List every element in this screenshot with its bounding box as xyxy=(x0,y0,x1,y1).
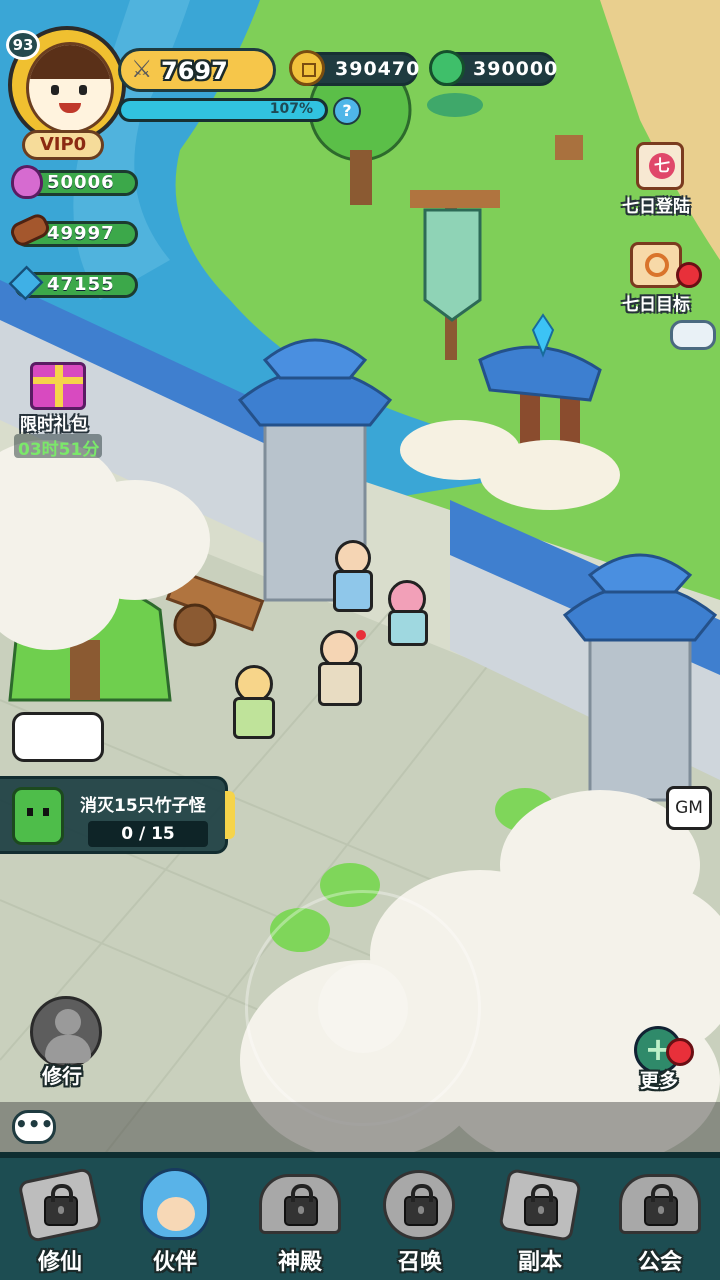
quest-tracker[interactable]: 消灭15只竹子怪 0 / 15 xyxy=(0,776,235,854)
alert-dot xyxy=(666,1038,694,1066)
exp-bar: 107% xyxy=(118,98,328,122)
quest-title: 消灭15只竹子怪 xyxy=(80,796,206,816)
fog-cloud xyxy=(0,440,210,670)
nav-label: 伙伴 xyxy=(152,1250,197,1275)
seven-day-goal-label: 七日目标 xyxy=(622,295,690,315)
gift-box-icon xyxy=(30,362,86,410)
nav-huoban[interactable]: 伙伴 xyxy=(120,1164,230,1280)
nav-label: 修仙 xyxy=(37,1250,82,1275)
gm-button[interactable]: GM xyxy=(666,786,712,830)
vip-label: VIP0 xyxy=(39,134,87,155)
cultivate-button[interactable]: 修行 xyxy=(24,992,108,1088)
chat-bubble xyxy=(12,712,104,762)
player-level-badge: 93 xyxy=(6,30,40,60)
scroll-icon: 七 xyxy=(636,142,684,190)
game-scene[interactable]: 93 VIP0 ⚔ 7697 107% ? 390470 390000 5000… xyxy=(0,0,720,1280)
nav-label: 神殿 xyxy=(277,1250,322,1275)
question-icon[interactable]: ? xyxy=(333,97,361,125)
more-label: 更多 xyxy=(640,1070,679,1092)
gm-label: GM xyxy=(675,798,703,818)
crossed-swords-icon: ⚔ xyxy=(131,55,153,83)
exp-percent: 107% xyxy=(269,101,313,117)
nav-xiuxian[interactable]: 修仙 xyxy=(5,1164,115,1280)
chat-bar[interactable]: ••• xyxy=(0,1102,720,1152)
player-level: 93 xyxy=(12,36,34,54)
lock-icon xyxy=(404,1184,438,1226)
character-swordsman[interactable] xyxy=(325,540,375,612)
lock-icon xyxy=(284,1184,318,1226)
resource-spirit-flame[interactable]: 50006 xyxy=(11,165,138,199)
cultivate-label: 修行 xyxy=(42,1064,82,1088)
lock-icon xyxy=(644,1184,678,1226)
seven-day-login-button[interactable]: 七 七日登陆 xyxy=(620,140,710,220)
jade-value: 390000 xyxy=(473,58,559,80)
nav-label: 公会 xyxy=(637,1250,682,1275)
nav-fuben[interactable]: 副本 xyxy=(485,1164,595,1280)
lock-icon xyxy=(524,1184,558,1226)
resource-crystal[interactable]: 47155 xyxy=(8,265,138,301)
nav-label: 副本 xyxy=(517,1250,562,1275)
limited-gift-label: 限时礼包 xyxy=(20,415,88,435)
character-hero[interactable] xyxy=(310,630,366,706)
bottom-nav: 修仙 伙伴 神殿 召唤 副本 公会 xyxy=(0,1152,720,1280)
nav-shendian[interactable]: 神殿 xyxy=(245,1164,355,1280)
character-mage[interactable] xyxy=(225,665,280,740)
nav-zhaohuan[interactable]: 召唤 xyxy=(365,1164,475,1280)
mist-swirl xyxy=(400,400,640,520)
resource-value: 50006 xyxy=(47,172,115,193)
lock-icon xyxy=(44,1184,78,1226)
combat-power-bar[interactable]: ⚔ 7697 xyxy=(118,48,276,92)
jade-dragon-icon xyxy=(429,50,465,86)
seven-day-login-label: 七日登陆 xyxy=(622,197,690,217)
companion-icon xyxy=(140,1168,210,1240)
coin-counter[interactable]: 390470 xyxy=(289,50,421,86)
vip-badge[interactable]: VIP0 xyxy=(22,130,104,160)
virtual-joystick[interactable] xyxy=(245,890,481,1126)
quest-tab-arrow xyxy=(225,791,235,839)
nav-label: 召唤 xyxy=(397,1250,442,1275)
seven-day-goal-button[interactable]: 七日目标 xyxy=(620,240,710,320)
more-button[interactable]: + 更多 xyxy=(630,1024,710,1094)
chat-icon[interactable]: ••• xyxy=(12,1110,56,1144)
resource-value: 49997 xyxy=(47,223,115,244)
target-scroll-icon xyxy=(630,242,682,288)
combat-power-value: 7697 xyxy=(161,57,228,85)
spirit-flame-icon xyxy=(11,165,43,199)
quest-progress: 0 / 15 xyxy=(121,824,175,844)
alert-dot xyxy=(676,262,702,288)
character-fox-girl[interactable] xyxy=(380,580,430,646)
limited-gift-timer: 03时51分 xyxy=(18,440,100,460)
limited-gift-button[interactable]: 限时礼包 03时51分 xyxy=(14,358,104,460)
jade-counter[interactable]: 390000 xyxy=(429,50,559,86)
coin-value: 390470 xyxy=(335,58,421,80)
bamboo-monster-icon xyxy=(12,787,64,845)
nav-gonghui[interactable]: 公会 xyxy=(605,1164,715,1280)
resource-value: 47155 xyxy=(47,274,115,295)
quest-progress-box: 0 / 15 xyxy=(88,821,208,847)
coin-icon xyxy=(289,50,325,86)
resource-wood[interactable]: 49997 xyxy=(7,211,138,249)
meditating-figure-icon xyxy=(30,996,102,1068)
